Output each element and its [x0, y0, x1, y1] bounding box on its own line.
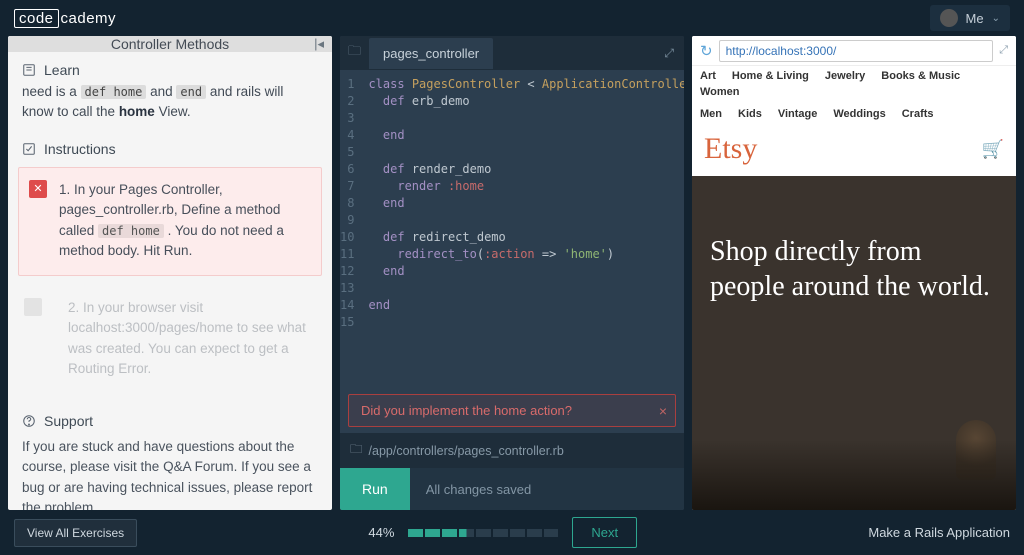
instructions-label: Instructions [44, 141, 116, 157]
etsy-nav-link[interactable]: Men [700, 108, 722, 120]
logo[interactable]: code cademy [14, 9, 116, 28]
course-title: Make a Rails Application [868, 525, 1010, 540]
error-badge-icon [29, 180, 47, 198]
support-body: If you are stuck and have questions abou… [8, 433, 332, 510]
run-button[interactable]: Run [340, 468, 410, 510]
instr2-num: 2. [68, 300, 79, 315]
next-button[interactable]: Next [572, 517, 637, 548]
learn-section-head: Learn [8, 52, 332, 82]
instructions-section-head: Instructions [8, 131, 332, 161]
progress-percent: 44% [368, 525, 394, 540]
learn-strong: home [119, 104, 155, 119]
line-gutter: 123456789101112131415 [340, 70, 362, 394]
instr1-num: 1. [59, 182, 70, 197]
logo-box: code [14, 9, 59, 28]
progress-bar [408, 529, 558, 537]
code-area[interactable]: class PagesController < ApplicationContr… [362, 70, 684, 394]
instr2-text: In your browser visit localhost:3000/pag… [68, 300, 306, 376]
hero-heading: Shop directly from people around the wor… [710, 234, 998, 304]
support-label: Support [44, 413, 93, 429]
hero-image [956, 420, 996, 480]
fullscreen-icon[interactable]: ⤢ [999, 44, 1008, 57]
hero-section: Shop directly from people around the wor… [692, 176, 1016, 510]
user-label: Me [966, 11, 984, 26]
etsy-nav-link[interactable]: Jewelry [825, 70, 865, 82]
folder-icon[interactable]: 🗀 [348, 42, 361, 64]
etsy-nav-link[interactable]: Vintage [778, 108, 818, 120]
collapse-icon[interactable]: |◂ [314, 36, 324, 52]
etsy-header: Etsy 🛒 [692, 126, 1016, 176]
pending-badge-icon [24, 298, 42, 316]
avatar-icon [940, 9, 958, 27]
editor-tabs: 🗀 pages_controller ⤢ [340, 36, 684, 70]
expand-icon[interactable]: ⤢ [664, 46, 674, 61]
error-bar: Did you implement the home action? × [348, 394, 676, 427]
code-editor[interactable]: 123456789101112131415 class PagesControl… [340, 70, 684, 394]
cart-icon[interactable]: 🛒 [982, 139, 1004, 160]
learn-tail: View. [155, 104, 191, 119]
etsy-nav-row-2: Men Kids Vintage Weddings Crafts [692, 104, 1016, 126]
support-section-head: Support [8, 403, 332, 433]
learn-body: need is a def home and end and rails wil… [8, 82, 332, 131]
run-bar: Run All changes saved [340, 468, 684, 510]
file-path: /app/controllers/pages_controller.rb [369, 444, 564, 458]
logo-text: cademy [61, 10, 117, 27]
tab-pages-controller[interactable]: pages_controller [369, 38, 493, 69]
lesson-panel-header: Controller Methods |◂ [8, 36, 332, 52]
browser-panel: ↻ ⤢ Art Home & Living Jewelry Books & Music… [692, 36, 1016, 510]
etsy-logo[interactable]: Etsy [704, 132, 757, 166]
help-icon [22, 414, 36, 428]
etsy-nav-link[interactable]: Kids [738, 108, 762, 120]
etsy-nav-row-1: Art Home & Living Jewelry Books & Music Wome… [692, 66, 1016, 104]
save-status: All changes saved [426, 482, 532, 497]
etsy-nav-link[interactable]: Home & Living [732, 70, 809, 82]
error-message: Did you implement the home action? [361, 403, 572, 418]
etsy-nav-link[interactable]: Art [700, 70, 716, 82]
url-input[interactable] [719, 40, 994, 62]
top-bar: code cademy Me ⌄ [0, 0, 1024, 36]
book-icon [22, 63, 36, 77]
etsy-nav-link[interactable]: Books & Music [881, 70, 960, 82]
user-menu[interactable]: Me ⌄ [930, 5, 1010, 31]
etsy-nav-link[interactable]: Weddings [833, 108, 885, 120]
chevron-down-icon: ⌄ [992, 13, 1000, 24]
instruction-1: 1. In your Pages Controller, pages_contr… [18, 167, 322, 276]
folder-icon: 🗀 [350, 440, 363, 461]
learn-text-mid: and [146, 84, 176, 99]
close-icon[interactable]: × [659, 403, 667, 419]
reload-icon[interactable]: ↻ [700, 42, 713, 60]
instruction-2: 2. In your browser visit localhost:3000/… [18, 286, 322, 393]
learn-code1: def home [81, 85, 147, 99]
lesson-title: Controller Methods [111, 36, 229, 52]
file-path-bar: 🗀 /app/controllers/pages_controller.rb [340, 433, 684, 468]
learn-code2: end [176, 85, 206, 99]
view-all-exercises-button[interactable]: View All Exercises [14, 519, 137, 547]
etsy-nav-link[interactable]: Crafts [902, 108, 934, 120]
code-editor-panel: 🗀 pages_controller ⤢ 1234567891011121314… [340, 36, 684, 510]
instr1-code: def home [98, 224, 164, 238]
etsy-nav-link[interactable]: Women [700, 86, 740, 98]
learn-label: Learn [44, 62, 80, 78]
learn-text-a: need is a [22, 84, 81, 99]
checkbox-icon [22, 142, 36, 156]
lesson-panel: Controller Methods |◂ Learn need is a de… [8, 36, 332, 510]
progress-area: 44% Next [151, 517, 854, 548]
footer-bar: View All Exercises 44% Next Make a Rails… [0, 510, 1024, 555]
browser-toolbar: ↻ ⤢ [692, 36, 1016, 66]
